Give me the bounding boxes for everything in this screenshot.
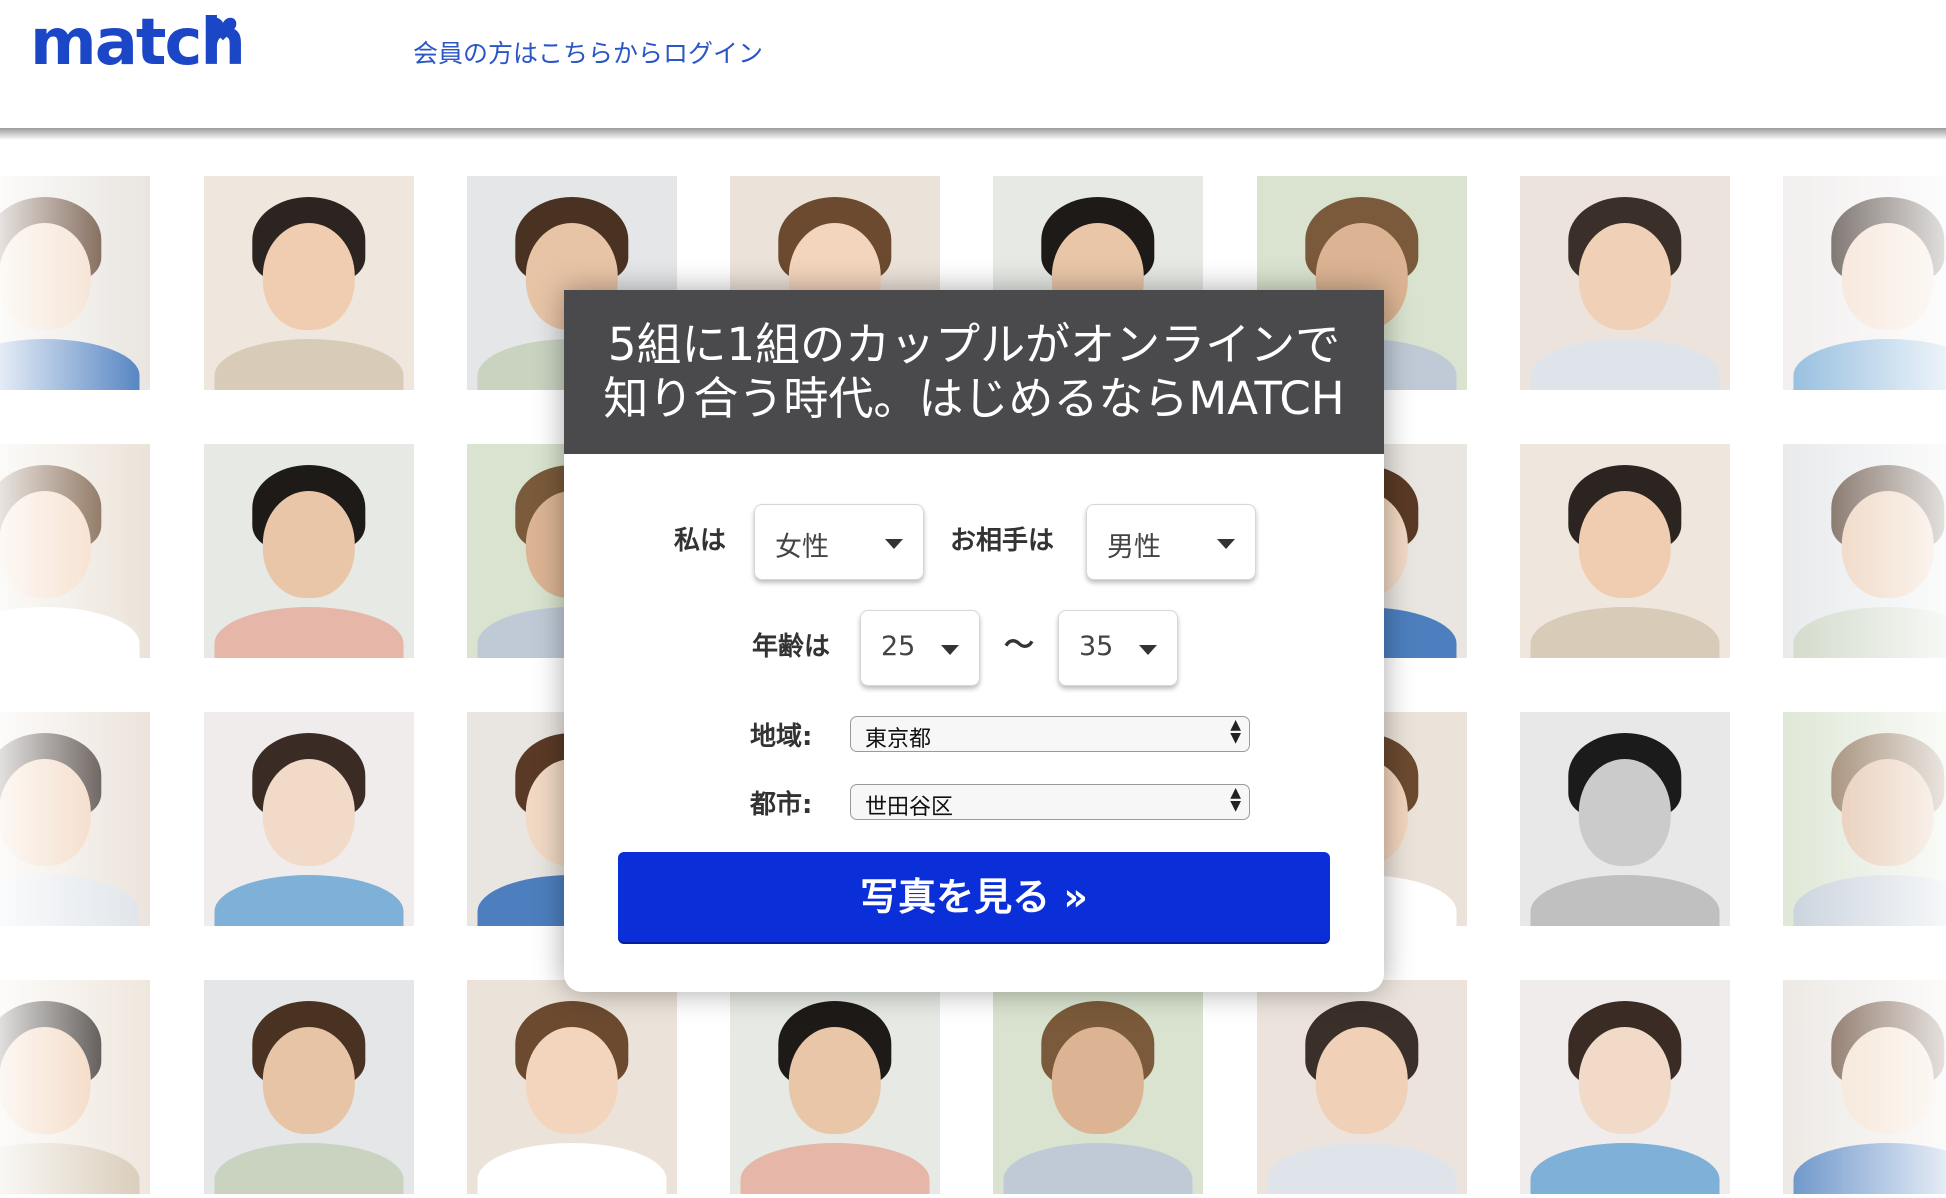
updown-arrows-icon: ▲ ▼ xyxy=(1230,717,1241,746)
member-photo xyxy=(204,176,414,390)
header-divider xyxy=(0,126,1946,140)
seeking-label: お相手は xyxy=(950,526,1055,556)
age-min-value: 25 xyxy=(881,631,916,662)
headline-line-2: 知り合う時代。はじめるならMATCH xyxy=(603,372,1345,425)
search-modal: 5組に1組のカップルがオンラインで 知り合う時代。はじめるならMATCH 私は … xyxy=(564,290,1384,992)
age-min-dropdown[interactable]: 25 xyxy=(860,610,980,686)
member-photo xyxy=(1520,176,1730,390)
chevron-down-icon xyxy=(885,539,903,549)
member-photo xyxy=(204,980,414,1194)
city-select[interactable]: 世田谷区 ▲ ▼ xyxy=(850,784,1250,820)
age-label: 年齢は xyxy=(752,632,831,662)
age-max-dropdown[interactable]: 35 xyxy=(1058,610,1178,686)
member-photo xyxy=(204,712,414,926)
member-photo xyxy=(467,980,677,1194)
heart-icon xyxy=(209,17,237,41)
view-photos-button[interactable]: 写真を見る » xyxy=(618,852,1330,942)
updown-arrows-icon: ▲ ▼ xyxy=(1230,785,1241,814)
grid-fade-right xyxy=(1746,128,1946,1198)
region-select[interactable]: 東京都 ▲ ▼ xyxy=(850,716,1250,752)
member-photo xyxy=(1520,444,1730,658)
seeking-dropdown[interactable]: 男性 xyxy=(1086,504,1256,580)
member-photo xyxy=(1257,980,1467,1194)
chevron-down-icon xyxy=(1139,645,1157,655)
chevron-down-icon xyxy=(941,645,959,655)
site-header: match 会員の方はこちらからログイン xyxy=(0,0,1946,128)
member-photo xyxy=(1520,712,1730,926)
city-value: 世田谷区 xyxy=(865,795,954,820)
region-label: 地域: xyxy=(750,722,813,752)
headline-line-1: 5組に1組のカップルがオンラインで xyxy=(607,318,1341,371)
age-range-separator: 〜 xyxy=(1004,628,1034,663)
member-photo xyxy=(204,444,414,658)
member-login-link[interactable]: 会員の方はこちらからログイン xyxy=(413,34,763,70)
i-am-dropdown[interactable]: 女性 xyxy=(754,504,924,580)
member-photo xyxy=(730,980,940,1194)
grid-fade-left xyxy=(0,128,150,1198)
i-am-value: 女性 xyxy=(775,532,829,563)
city-label: 都市: xyxy=(750,790,813,820)
member-photo xyxy=(993,980,1203,1194)
member-photo xyxy=(1520,980,1730,1194)
age-max-value: 35 xyxy=(1079,631,1114,662)
headline-banner: 5組に1組のカップルがオンラインで 知り合う時代。はじめるならMATCH xyxy=(564,290,1384,454)
seeking-value: 男性 xyxy=(1107,532,1161,563)
region-value: 東京都 xyxy=(865,727,932,752)
i-am-label: 私は xyxy=(674,526,727,556)
chevron-down-icon xyxy=(1217,539,1235,549)
